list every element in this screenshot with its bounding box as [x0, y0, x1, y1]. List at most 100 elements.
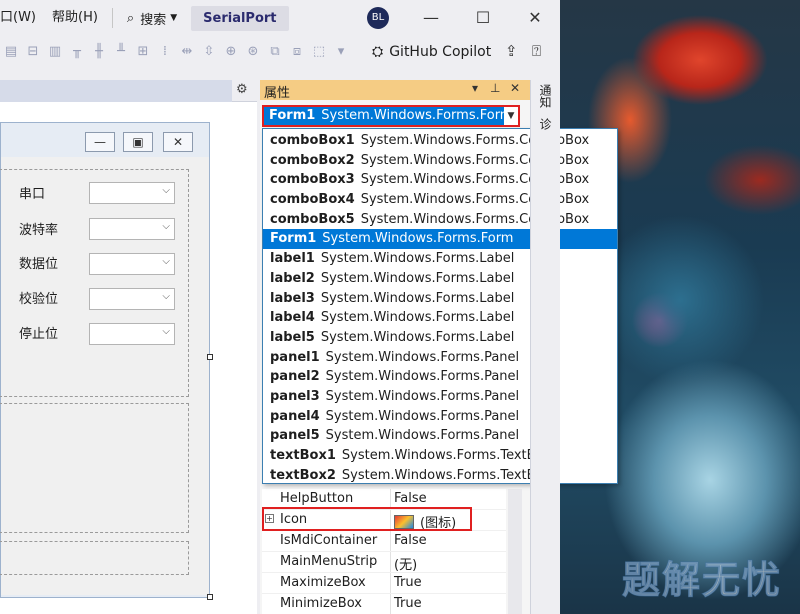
- dropdown-item[interactable]: label3 System.Windows.Forms.Label: [263, 289, 617, 309]
- same-size-icon[interactable]: ⊞: [134, 44, 152, 60]
- property-value[interactable]: False: [394, 533, 427, 548]
- close-button[interactable]: ✕: [512, 0, 558, 36]
- form-label[interactable]: 校验位: [19, 288, 58, 307]
- send-panel[interactable]: [0, 541, 189, 575]
- form-combobox[interactable]: ⌵: [89, 182, 175, 204]
- property-row[interactable]: MainMenuStrip (无): [262, 552, 506, 573]
- dropdown-item[interactable]: comboBox5 System.Windows.Forms.ComboBox: [263, 210, 617, 230]
- dropdown-item[interactable]: panel5 System.Windows.Forms.Panel: [263, 426, 617, 446]
- side-tab-diagnostics[interactable]: 诊: [537, 118, 554, 130]
- resize-handle[interactable]: [207, 594, 213, 600]
- minimize-button[interactable]: —: [408, 0, 454, 36]
- send-back-icon[interactable]: ⧈: [288, 44, 306, 60]
- property-row[interactable]: MaximizeBox True: [262, 573, 506, 594]
- share-icon[interactable]: ⇪: [505, 42, 518, 60]
- side-tab-notifications[interactable]: 通知: [537, 84, 554, 108]
- form-combobox[interactable]: ⌵: [89, 323, 175, 345]
- dropdown-icon[interactable]: ▾: [472, 81, 478, 95]
- dropdown-item-name: label2: [270, 270, 315, 286]
- dropdown-item-name: label5: [270, 329, 315, 345]
- bring-front-icon[interactable]: ⧉: [266, 44, 284, 60]
- dropdown-item[interactable]: label4 System.Windows.Forms.Label: [263, 308, 617, 328]
- dropdown-item-type: System.Windows.Forms.Label: [320, 329, 515, 345]
- form-combobox[interactable]: ⌵: [89, 218, 175, 240]
- dropdown-item[interactable]: textBox2 System.Windows.Forms.TextBox: [263, 466, 617, 486]
- dropdown-item[interactable]: panel1 System.Windows.Forms.Panel: [263, 348, 617, 368]
- align-middle-icon[interactable]: ╫: [90, 44, 108, 60]
- object-selector[interactable]: Form1 System.Windows.Forms.Form ▼: [262, 105, 520, 127]
- dropdown-item[interactable]: comboBox3 System.Windows.Forms.ComboBox: [263, 170, 617, 190]
- form-label[interactable]: 串口: [19, 183, 45, 202]
- dropdown-item-type: System.Windows.Forms.Label: [320, 290, 515, 306]
- dropdown-item[interactable]: label5 System.Windows.Forms.Label: [263, 328, 617, 348]
- menu-separator: [111, 8, 113, 28]
- pin-icon[interactable]: ⊥: [490, 81, 500, 95]
- form-combobox[interactable]: ⌵: [89, 253, 175, 275]
- form-label[interactable]: 数据位: [19, 253, 58, 272]
- center-icon[interactable]: ⊕: [222, 44, 240, 60]
- dropdown-item[interactable]: textBox1 System.Windows.Forms.TextBox: [263, 446, 617, 466]
- dropdown-item-name: label1: [270, 251, 315, 267]
- avatar[interactable]: BL: [367, 7, 389, 29]
- receive-panel[interactable]: [0, 403, 189, 533]
- property-name: IsMdiContainer: [280, 533, 378, 548]
- designed-form[interactable]: — ▣ ✕ 串口 ⌵ 波特率 ⌵ 数据位 ⌵ 校验位 ⌵ 停止位 ⌵: [0, 122, 210, 598]
- align-right-icon[interactable]: ▥: [46, 44, 64, 60]
- dropdown-item[interactable]: comboBox2 System.Windows.Forms.ComboBox: [263, 151, 617, 171]
- github-copilot-button[interactable]: ⛭ GitHub Copilot: [372, 36, 491, 68]
- form-minimize-icon: —: [85, 132, 115, 152]
- chevron-down-icon: ⌵: [162, 256, 170, 267]
- h-spacing-icon[interactable]: ⇹: [178, 44, 196, 60]
- properties-title: 属性: [264, 86, 291, 101]
- close-icon[interactable]: ✕: [510, 81, 520, 95]
- align-left-icon[interactable]: ▤: [2, 44, 20, 60]
- dropdown-item[interactable]: label1 System.Windows.Forms.Label: [263, 249, 617, 269]
- tab-order-icon[interactable]: ⬚: [310, 44, 328, 60]
- dropdown-item[interactable]: panel2 System.Windows.Forms.Panel: [263, 367, 617, 387]
- dropdown-item-name: label4: [270, 310, 315, 326]
- align-center-icon[interactable]: ⊟: [24, 44, 42, 60]
- resize-handle[interactable]: [207, 354, 213, 360]
- menu-help[interactable]: 帮助(H): [44, 0, 106, 36]
- maximize-button[interactable]: ☐: [460, 0, 506, 36]
- dropdown-item[interactable]: panel3 System.Windows.Forms.Panel: [263, 387, 617, 407]
- search-box[interactable]: ⌕ 搜索 ▼: [119, 9, 185, 28]
- form-client-area: 串口 ⌵ 波特率 ⌵ 数据位 ⌵ 校验位 ⌵ 停止位 ⌵: [0, 157, 209, 595]
- property-value[interactable]: (无): [394, 554, 417, 573]
- dropdown-item-type: System.Windows.Forms.Form: [322, 231, 514, 247]
- dropdown-item-name: textBox2: [270, 467, 336, 483]
- property-value[interactable]: False: [394, 491, 427, 506]
- side-tab-strip: 通知 诊: [530, 80, 560, 614]
- property-row[interactable]: IsMdiContainer False: [262, 531, 506, 552]
- dropdown-item[interactable]: label2 System.Windows.Forms.Label: [263, 269, 617, 289]
- form-combobox[interactable]: ⌵: [89, 288, 175, 310]
- object-dropdown-list: comboBox1 System.Windows.Forms.ComboBox co…: [262, 128, 618, 484]
- dropdown-item[interactable]: comboBox1 System.Windows.Forms.ComboBox: [263, 131, 617, 151]
- property-row[interactable]: MinimizeBox True: [262, 594, 506, 614]
- gear-icon[interactable]: ⚙: [236, 82, 248, 97]
- align-top-icon[interactable]: ╥: [68, 44, 86, 60]
- align-bottom-icon[interactable]: ╨: [112, 44, 130, 60]
- property-value[interactable]: True: [394, 575, 422, 590]
- dropdown-item-type: System.Windows.Forms.Panel: [325, 349, 520, 365]
- dropdown-item[interactable]: comboBox4 System.Windows.Forms.ComboBox: [263, 190, 617, 210]
- dropdown-item[interactable]: panel4 System.Windows.Forms.Panel: [263, 407, 617, 427]
- toolbar-overflow-icon[interactable]: ▾: [332, 44, 350, 60]
- chevron-down-icon[interactable]: ▼: [504, 107, 518, 125]
- zoom-icon[interactable]: ⊛: [244, 44, 262, 60]
- search-icon: ⌕: [126, 10, 135, 26]
- property-grid-scrollbar[interactable]: [508, 489, 522, 614]
- visual-studio-window: 口(W) 帮助(H) ⌕ 搜索 ▼ SerialPort BL — ☐ ✕ ▤ …: [0, 0, 618, 614]
- chevron-down-icon: ⌵: [162, 291, 170, 302]
- feedback-icon[interactable]: ⍰: [532, 42, 541, 60]
- property-value[interactable]: True: [394, 596, 422, 611]
- menu-window[interactable]: 口(W): [0, 0, 44, 36]
- form-label[interactable]: 停止位: [19, 323, 58, 342]
- v-spacing-icon[interactable]: ⇳: [200, 44, 218, 60]
- grid-icon[interactable]: ⁞: [156, 44, 174, 60]
- dropdown-item[interactable]: Form1 System.Windows.Forms.Form: [263, 229, 617, 250]
- dropdown-item-name: panel3: [270, 388, 320, 404]
- dropdown-item-name: comboBox5: [270, 211, 355, 227]
- dropdown-item-name: comboBox4: [270, 192, 355, 208]
- form-label[interactable]: 波特率: [19, 219, 58, 238]
